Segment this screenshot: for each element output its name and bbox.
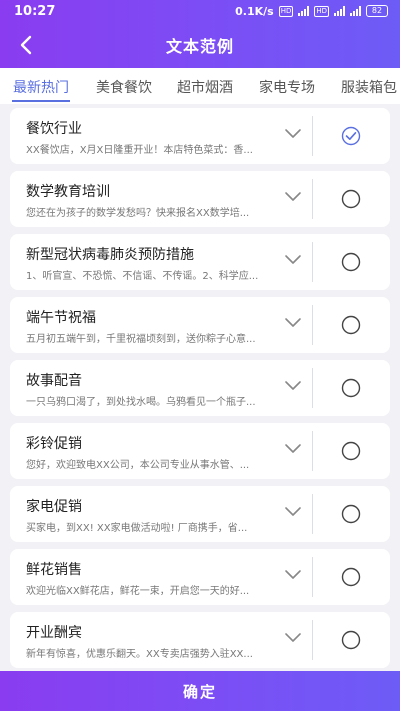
tab-supermarket[interactable]: 超市烟酒	[177, 77, 233, 97]
list-item[interactable]: 家电促销买家电，到XX! XX家电做活动啦! 厂商携手，省...	[10, 486, 390, 542]
status-time: 10:27	[14, 3, 56, 19]
chevron-down-icon[interactable]	[284, 380, 302, 392]
item-title: 数学教育培训	[26, 184, 110, 200]
list-item[interactable]: 开业酬宾新年有惊喜，优惠乐翻天。XX专卖店强势入驻XX...	[10, 612, 390, 668]
chevron-down-icon[interactable]	[284, 128, 302, 140]
item-title: 故事配音	[26, 373, 82, 389]
circle-icon[interactable]	[341, 567, 361, 587]
item-description: 您还在为孩子的数学发愁吗？快来报名XX数学培...	[26, 208, 250, 219]
chevron-down-icon[interactable]	[284, 254, 302, 266]
circle-icon[interactable]	[341, 504, 361, 524]
list-item[interactable]: 新型冠状病毒肺炎预防措施 1、听官宣、不恐慌、不信谣、不传谣。2、科学应...	[10, 234, 390, 290]
item-description: XX餐饮店，X月X日隆重开业！本店特色菜式：香...	[26, 145, 253, 156]
tab-active-indicator	[12, 100, 70, 102]
tab-food[interactable]: 美食餐饮	[96, 77, 152, 97]
item-title: 彩铃促销	[26, 436, 82, 452]
confirm-button[interactable]: 确定	[0, 671, 400, 711]
divider	[312, 620, 313, 660]
item-title: 新型冠状病毒肺炎预防措施	[26, 247, 194, 263]
item-description: 您好，欢迎致电XX公司，本公司专业从事水管、...	[26, 460, 250, 471]
chevron-down-icon[interactable]	[284, 632, 302, 644]
chevron-down-icon[interactable]	[284, 317, 302, 329]
arrow-left-icon[interactable]	[16, 34, 38, 56]
nav-bar: 文本范例	[0, 22, 400, 68]
divider	[312, 431, 313, 471]
list-item[interactable]: 鲜花销售欢迎光临XX鲜花店，鲜花一束，开启您一天的好...	[10, 549, 390, 605]
circle-icon[interactable]	[341, 315, 361, 335]
divider	[312, 116, 313, 156]
status-bar: 10:27 0.1K/s HD HD 82	[0, 0, 400, 22]
circle-icon[interactable]	[341, 189, 361, 209]
circle-icon[interactable]	[341, 630, 361, 650]
list-item[interactable]: 故事配音一只乌鸦口渴了，到处找水喝。乌鸦看见一个瓶子...	[10, 360, 390, 416]
divider	[312, 494, 313, 534]
page-title: 文本范例	[165, 37, 234, 56]
chevron-down-icon[interactable]	[284, 569, 302, 581]
list-item[interactable]: 餐饮行业 XX餐饮店，X月X日隆重开业！本店特色菜式：香...	[10, 108, 390, 164]
network-speed: 0.1K/s	[235, 4, 274, 18]
circle-icon[interactable]	[341, 252, 361, 272]
divider	[312, 557, 313, 597]
chevron-down-icon[interactable]	[284, 191, 302, 203]
tab-appliances[interactable]: 家电专场	[259, 77, 315, 97]
list-item[interactable]: 端午节祝福五月初五端午到，千里祝福顷刻到，送你粽子心意...	[10, 297, 390, 353]
item-description: 欢迎光临XX鲜花店，鲜花一束，开启您一天的好...	[26, 586, 250, 597]
item-title: 家电促销	[26, 499, 82, 515]
divider	[312, 305, 313, 345]
item-description: 五月初五端午到，千里祝福顷刻到，送你粽子心意...	[26, 334, 256, 345]
divider	[312, 242, 313, 282]
check-circle-icon[interactable]	[341, 126, 361, 146]
list-item[interactable]: 数学教育培训您还在为孩子的数学发愁吗？快来报名XX数学培...	[10, 171, 390, 227]
item-title: 鲜花销售	[26, 562, 82, 578]
battery-icon: 82	[366, 5, 388, 17]
chevron-down-icon[interactable]	[284, 506, 302, 518]
tab-apparel[interactable]: 服装箱包	[341, 77, 397, 97]
item-description: 新年有惊喜，优惠乐翻天。XX专卖店强势入驻XX...	[26, 649, 253, 660]
hd-icon: HD	[314, 5, 329, 17]
chevron-down-icon[interactable]	[284, 443, 302, 455]
item-title: 开业酬宾	[26, 625, 82, 641]
list-item[interactable]: 彩铃促销您好，欢迎致电XX公司，本公司专业从事水管、...	[10, 423, 390, 479]
divider	[312, 179, 313, 219]
hd-icon: HD	[278, 5, 294, 17]
item-title: 餐饮行业	[26, 121, 82, 137]
app-header: 10:27 0.1K/s HD HD 82 文本范例	[0, 0, 400, 68]
item-description: 1、听官宣、不恐慌、不信谣、不传谣。2、科学应...	[26, 271, 259, 282]
item-title: 端午节祝福	[26, 310, 96, 326]
signal-icon	[350, 6, 361, 16]
category-tabs: 最新热门 美食餐饮 超市烟酒 家电专场 服装箱包	[0, 68, 400, 104]
circle-icon[interactable]	[341, 378, 361, 398]
item-description: 买家电，到XX! XX家电做活动啦! 厂商携手，省...	[26, 523, 248, 534]
item-description: 一只乌鸦口渴了，到处找水喝。乌鸦看见一个瓶子...	[26, 397, 256, 408]
status-indicators: 0.1K/s HD HD 82	[235, 5, 388, 18]
divider	[312, 368, 313, 408]
signal-icon	[334, 6, 345, 16]
circle-icon[interactable]	[341, 441, 361, 461]
tab-latest[interactable]: 最新热门	[13, 77, 69, 97]
signal-icon	[298, 6, 310, 16]
